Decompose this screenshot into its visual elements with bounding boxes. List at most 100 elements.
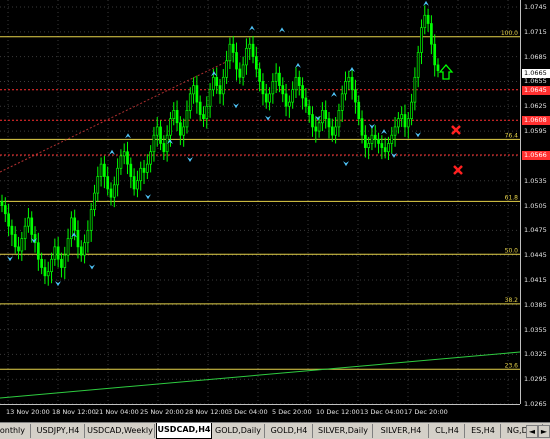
candle-body [23,225,27,239]
fractal-down-icon [233,103,239,109]
candle-body [410,101,413,120]
candle-body [116,167,119,186]
candle-body [99,163,103,177]
chart-tab[interactable]: GOLD,H4 [266,424,313,438]
fractal-down-icon [369,123,375,129]
chart-tab[interactable]: USDCAD,Weekly [86,424,155,438]
candle-body [17,246,20,252]
candle-body [202,114,205,120]
time-axis-label: 28 Nov 12:00 [185,408,229,416]
current-price-label: 1.0665 [522,69,550,79]
fractal-down-icon [187,157,193,163]
candle-body [169,118,172,136]
candle-body [53,246,57,260]
candle-body [400,114,404,120]
candle-body [3,205,7,215]
candle-body [297,76,301,86]
candle-body [112,184,116,198]
candle-body [231,43,235,53]
candle-body [215,76,219,86]
candle-body [301,85,304,99]
fractal-up-icon [211,71,217,77]
candle-body [278,72,281,86]
candle-body [40,258,43,268]
price-axis-label: 1.0685 [524,52,547,61]
chart-tab[interactable]: SILVER,Daily [314,424,373,438]
candle-body [268,93,271,103]
candle-body [360,118,364,136]
candle-body [152,134,156,153]
candle-body [132,176,136,190]
fib-level-label: 100.0 [501,30,518,37]
level-price-label: 1.0608 [522,116,550,126]
time-axis-label: 21 Nov 04:00 [95,408,139,416]
candle-body [89,209,93,231]
fractal-down-icon [343,161,349,167]
candle-body [195,85,199,103]
candle-body [56,246,60,260]
time-axis-label: 13 Nov 20:00 [6,408,50,416]
candle-body [129,163,133,177]
fractal-up-icon [249,25,255,31]
candle-body [76,229,80,248]
candle-body [63,254,67,268]
candle-body [347,76,351,82]
chart-canvas[interactable]: 100.0 76.4 61.8 50.0 38.2 23.6 [0,0,520,404]
chart-tab[interactable]: USDCAD,H4 [156,423,212,439]
time-axis-label: 5 Dec 20:00 [272,408,312,416]
candle-body [136,180,139,190]
chart-tab[interactable]: GOLD,Daily [212,424,265,438]
candle-body [145,163,149,173]
price-axis-label: 1.0745 [524,3,547,11]
price-axis-label: 1.0535 [524,176,547,185]
chart-tab[interactable]: USDJPY,H4 [32,424,85,438]
trend-line [0,351,520,399]
level-price-label: 1.0645 [522,85,550,95]
candle-body [324,110,328,120]
price-axis-label: 1.0475 [524,226,547,235]
candle-body [96,176,100,194]
candle-body [248,43,252,49]
candle-body [390,134,394,144]
chart-tab[interactable]: ES,H4 [466,424,501,438]
candle-body [225,60,228,78]
price-chart[interactable]: 100.0 76.4 61.8 50.0 38.2 23.6 [0,0,520,404]
candle-body [122,151,126,157]
candle-body [142,167,146,173]
candle-body [327,118,331,128]
time-axis-label: 3 Dec 04:00 [228,408,268,416]
candle-body [363,134,367,148]
time-axis-label: 17 Dec 20:00 [404,408,448,416]
candle-body [228,43,232,62]
candle-body [350,76,354,91]
candle-body [397,118,400,128]
candle-body [314,126,318,132]
chart-tab[interactable]: CL,H4 [430,424,465,438]
candle-body [83,242,86,256]
candle-body [380,143,384,148]
candle-body [13,234,17,248]
candle-body [258,68,261,82]
candle-body [192,85,195,95]
price-axis-label: 1.0415 [524,275,547,284]
price-axis-label: 1.0355 [524,325,547,334]
candle-body [60,258,63,268]
candle-body [420,27,423,53]
candle-body [109,188,113,198]
candle-body [291,89,295,103]
tab-scroll-right-button[interactable]: ► [538,425,550,438]
price-axis-label: 1.0715 [524,27,547,36]
chart-tab[interactable]: SILVER,H4 [374,424,429,438]
chart-tab[interactable]: Monthly [0,424,31,438]
candle-body [185,110,189,128]
candle-body [126,151,129,165]
candle-body [423,14,427,29]
candle-body [251,43,255,57]
fractal-down-icon [89,264,95,270]
candle-body [43,267,47,277]
candlestick-series [0,5,440,286]
tab-scroll-left-button[interactable]: ◄ [526,425,538,438]
candle-body [354,89,357,103]
candle-body [172,110,176,120]
candle-body [367,143,370,148]
